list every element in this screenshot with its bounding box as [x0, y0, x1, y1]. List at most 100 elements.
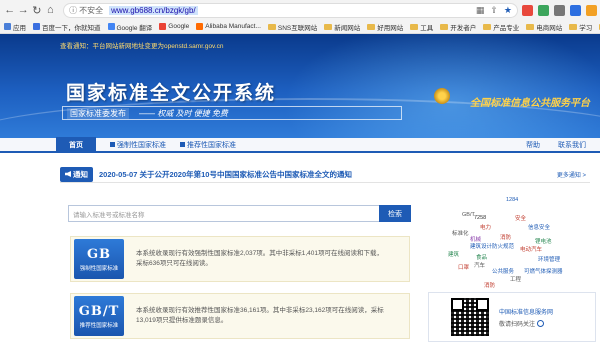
bookmark-label: 应用	[13, 24, 26, 32]
gb-description: 本系统收录现行有效强制性国家标准2,037项。其中非采标1,401项可在线阅读和…	[136, 250, 384, 267]
bookmark-item[interactable]: 电商网站	[526, 22, 562, 32]
favicon-icon	[4, 23, 11, 30]
translate-icon[interactable]: ▦	[476, 5, 485, 16]
qr-title[interactable]: 中国标准信息服务网	[499, 307, 553, 316]
notice-link[interactable]: 2020-05-07 关于公开2020年第10号中国国家标准公告中国家标准全文的…	[99, 169, 352, 180]
bookmark-item[interactable]: 开发者户	[440, 22, 476, 32]
tag-cloud-item[interactable]: 信息安全	[528, 223, 550, 231]
bookmark-item[interactable]: Alibaba Manufact...	[196, 23, 261, 30]
favicon-icon	[159, 23, 167, 30]
bookmark-label: 好用网站	[377, 24, 404, 32]
bookmark-item[interactable]: 产品专业	[483, 22, 519, 32]
bookmark-label: 工具	[420, 24, 434, 32]
share-icon[interactable]: ⇪	[490, 5, 498, 16]
gbt-description: 本系统收录现行有效推荐性国家标准36,161项。其中非采标23,162项可在线阅…	[136, 307, 384, 324]
nav-home[interactable]: 首页	[56, 137, 96, 152]
favicon-icon	[33, 23, 40, 30]
folder-icon	[483, 23, 492, 30]
bookmark-item[interactable]: SNS互联网站	[267, 22, 317, 32]
gbt-sub: 推荐性国家标准	[79, 322, 119, 329]
tag-cloud-item[interactable]: 公共服务	[492, 267, 514, 275]
more-notices-link[interactable]: 更多通知 >	[557, 170, 586, 179]
bookmark-item[interactable]: Google	[159, 23, 189, 30]
folder-icon	[440, 23, 449, 30]
bookmark-item[interactable]: 百度一下，你就知道	[33, 22, 101, 32]
extension-icon-5[interactable]	[585, 4, 597, 16]
reload-icon[interactable]: ↻	[30, 3, 44, 17]
tag-cloud-item[interactable]: 建筑	[448, 250, 459, 258]
banner-subtitle: 国家标准委发布 —— 权威 及时 便捷 免费	[62, 106, 402, 120]
tag-cloud-item[interactable]: 机械	[470, 235, 481, 243]
info-icon: ⓘ	[69, 5, 78, 15]
folder-icon	[410, 23, 419, 30]
bookmark-item[interactable]: Google 翻译	[107, 22, 153, 32]
nav-recommended-standards[interactable]: 推荐性国家标准	[180, 140, 236, 150]
tag-cloud-item[interactable]: 消防	[484, 281, 495, 289]
bookmark-item[interactable]: 应用	[4, 22, 26, 32]
tag-cloud-item[interactable]: 锂电池	[535, 237, 552, 245]
search-input[interactable]: 请输入标准号或标准名称	[68, 205, 379, 222]
extension-icon-4[interactable]	[569, 4, 581, 16]
notice-bar: 通知 2020-05-07 关于公开2020年第10号中国国家标准公告中国家标准…	[60, 166, 590, 183]
gbt-badge[interactable]: GB/T 推荐性国家标准	[74, 296, 124, 336]
tag-cloud-item[interactable]: GB/T	[462, 212, 475, 218]
tag-cloud-item[interactable]: 消防	[500, 233, 511, 241]
tag-cloud-item[interactable]: 电力	[480, 223, 491, 231]
bullet-icon	[180, 142, 185, 147]
folder-icon	[267, 23, 276, 30]
url-text[interactable]: www.gb688.cn/bzgk/gb/	[109, 5, 198, 15]
search-form: 请输入标准号或标准名称 检索	[68, 205, 411, 222]
bookmark-label: Google 翻译	[116, 24, 153, 32]
address-bar[interactable]: ⓘ 不安全 www.gb688.cn/bzgk/gb/ ▦ ⇪ ★	[63, 2, 518, 18]
bookmark-label: 学习	[579, 24, 593, 32]
extension-icon-3[interactable]	[553, 4, 565, 16]
tag-cloud-item[interactable]: 食品	[476, 253, 487, 261]
gb-card: GB 强制性国家标准 本系统收录现行有效强制性国家标准2,037项。其中非采标1…	[70, 236, 410, 282]
gb-badge[interactable]: GB 强制性国家标准	[74, 239, 124, 279]
bookmark-item[interactable]: 学习	[569, 22, 592, 32]
folder-icon	[569, 23, 578, 30]
extension-icon-2[interactable]	[537, 4, 549, 16]
qr-panel: 中国标准信息服务网 敬请扫码关注	[428, 292, 596, 342]
tag-cloud-item[interactable]: 工程	[510, 275, 521, 283]
bookmark-item[interactable]: 新闻网站	[324, 22, 360, 32]
tag-cloud-item[interactable]: 可燃气体探测器	[524, 267, 563, 275]
emblem-icon	[434, 88, 450, 104]
tag-cloud-item[interactable]: 7258	[474, 215, 486, 221]
folder-icon	[324, 23, 333, 30]
nav-item-label: 推荐性国家标准	[187, 141, 236, 149]
search-button[interactable]: 检索	[379, 205, 411, 222]
bookmark-label: 开发者户	[450, 24, 477, 32]
gb-code: GB	[86, 246, 112, 262]
bookmark-item[interactable]: 好用网站	[367, 22, 403, 32]
back-icon[interactable]: ←	[3, 3, 17, 17]
tag-cloud-item[interactable]: 汽车	[474, 261, 485, 269]
nav-help[interactable]: 帮助	[526, 140, 540, 150]
tag-cloud-item[interactable]: 电动汽车	[520, 245, 542, 253]
tag-cloud-item[interactable]: 安全	[515, 214, 526, 222]
tag-cloud-item[interactable]: 建筑设计防火规范	[470, 242, 514, 250]
nav-mandatory-standards[interactable]: 强制性国家标准	[110, 140, 166, 150]
tag-cloud-item[interactable]: 口罩	[458, 263, 469, 271]
security-indicator[interactable]: ⓘ 不安全	[69, 5, 103, 16]
forward-icon[interactable]: →	[17, 3, 31, 17]
motto-text: —— 权威 及时 便捷 免费	[139, 108, 228, 118]
notice-tag: 通知	[60, 166, 93, 182]
favicon-icon	[107, 23, 115, 30]
bookmark-label: 电商网站	[536, 24, 563, 32]
nav-contact[interactable]: 联系我们	[558, 140, 586, 150]
tag-cloud-item[interactable]: 环境管理	[538, 255, 560, 263]
star-icon[interactable]: ★	[504, 5, 512, 16]
bookmark-item[interactable]: 工具	[410, 22, 433, 32]
home-icon[interactable]: ⌂	[44, 3, 58, 17]
banner-top-notice[interactable]: 查看通知：平台网站新网地址变更为openstd.samr.gov.cn	[60, 40, 224, 50]
security-label: 不安全	[79, 5, 104, 15]
extension-icon-1[interactable]	[521, 4, 533, 16]
qr-code	[451, 298, 489, 336]
tag-cloud-item[interactable]: 1284	[506, 197, 518, 203]
site-banner: 查看通知：平台网站新网地址变更为openstd.samr.gov.cn 国家标准…	[0, 34, 600, 138]
folder-icon	[526, 23, 535, 30]
favicon-icon	[196, 23, 204, 30]
publisher-label: 国家标准委发布	[67, 107, 129, 119]
tag-cloud-item[interactable]: 标准化	[452, 229, 469, 237]
